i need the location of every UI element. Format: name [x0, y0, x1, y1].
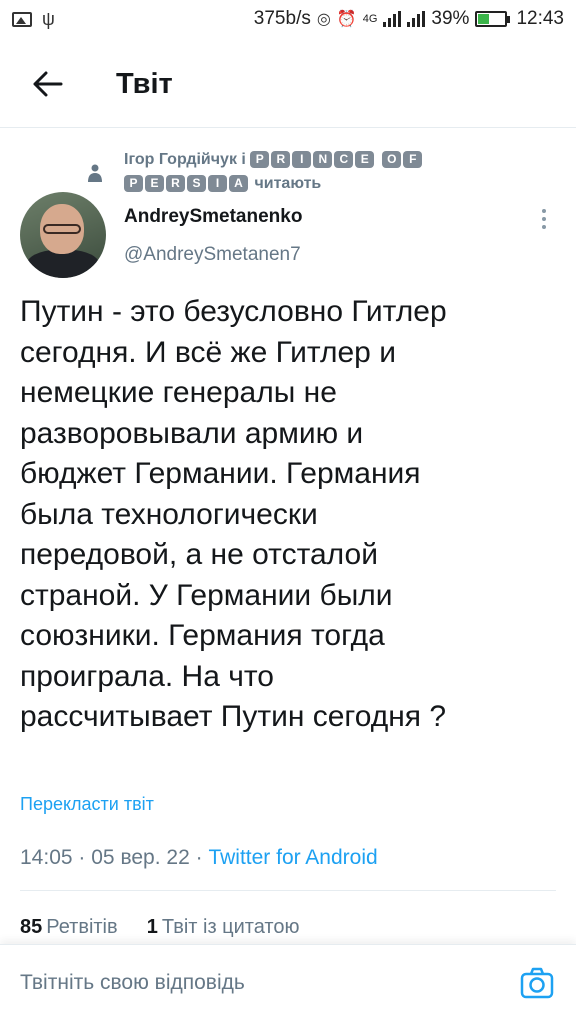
avatar[interactable]: [20, 192, 106, 278]
alarm-icon: ⏰: [336, 11, 357, 28]
meta-separator: ·: [78, 846, 86, 869]
image-icon: [12, 11, 32, 27]
styled-letter: P: [250, 151, 270, 168]
tweet-source-link[interactable]: Twitter for Android: [208, 846, 377, 869]
meta-separator: ·: [195, 846, 203, 869]
styled-letter: R: [166, 175, 185, 192]
tweet-time: 14:05: [20, 846, 73, 869]
signal-icon: [383, 11, 402, 27]
page-title: Твіт: [116, 68, 173, 100]
styled-letter: I: [208, 175, 227, 192]
social-context-prefix: Ігор Гордійчук і: [124, 151, 246, 168]
app-header: Твіт: [0, 38, 576, 128]
styled-letter: C: [334, 151, 354, 168]
retweets-stat[interactable]: 85 Ретвітів: [20, 916, 118, 938]
styled-letter: N: [313, 151, 333, 168]
arrow-left-icon: [33, 71, 63, 97]
styled-letter: A: [229, 175, 248, 192]
tweet-meta: 14:05 · 05 вер. 22 · Twitter for Android: [20, 846, 378, 870]
battery-icon: [475, 11, 511, 27]
dot-icon: [542, 217, 546, 221]
styled-letter: F: [403, 151, 423, 168]
hotspot-icon: ◎: [316, 11, 331, 28]
styled-letter: I: [292, 151, 312, 168]
more-options-button[interactable]: [532, 204, 556, 234]
styled-name-word-1: PRINCE: [250, 151, 376, 168]
social-context[interactable]: Ігор Гордійчук і PRINCEOF PERSIA читають: [0, 142, 576, 198]
social-context-suffix: читають: [254, 175, 322, 192]
tweet-date: 05 вер. 22: [91, 846, 190, 869]
styled-letter: R: [271, 151, 291, 168]
author-handle[interactable]: @AndreySmetanen7: [124, 244, 301, 266]
divider: [20, 890, 556, 891]
back-button[interactable]: [28, 66, 68, 102]
battery-percent: 39%: [431, 8, 470, 29]
dot-icon: [542, 225, 546, 229]
camera-icon[interactable]: [520, 967, 554, 999]
quotes-stat[interactable]: 1 Твіт із цитатою: [147, 916, 300, 938]
styled-letter: S: [187, 175, 206, 192]
reply-input[interactable]: [20, 971, 480, 995]
retweets-label: Ретвітів: [46, 916, 118, 938]
styled-name-word-2: OF: [382, 151, 424, 168]
tweet-text: Путин - это безусловно Гитлер сегодня. И…: [20, 295, 447, 733]
social-context-text: Ігор Гордійчук і PRINCEOF PERSIA читають: [124, 148, 504, 196]
styled-name-word-3: PERSIA: [124, 175, 250, 192]
styled-letter: O: [382, 151, 402, 168]
person-icon: [88, 164, 102, 182]
usb-icon: ψ: [42, 8, 55, 29]
dot-icon: [542, 209, 546, 213]
styled-letter: E: [355, 151, 375, 168]
network-type: 4G: [362, 13, 378, 25]
network-rate: 375b/s: [253, 8, 311, 29]
quotes-label: Твіт із цитатою: [161, 916, 300, 938]
status-bar: ψ 375b/s ◎ ⏰ 4G 39% 12:43: [0, 0, 576, 38]
styled-letter: E: [145, 175, 164, 192]
tweet-stats: 85 Ретвітів 1 Твіт із цитатою: [20, 916, 300, 939]
retweets-count: 85: [20, 916, 43, 938]
quotes-count: 1: [146, 916, 158, 938]
signal-icon-2: [407, 11, 426, 27]
clock: 12:43: [516, 8, 564, 29]
author-name[interactable]: AndreySmetanenko: [124, 206, 302, 228]
translate-link[interactable]: Перекласти твіт: [20, 794, 154, 815]
reply-bar: [0, 944, 576, 1024]
styled-letter: P: [124, 175, 143, 192]
